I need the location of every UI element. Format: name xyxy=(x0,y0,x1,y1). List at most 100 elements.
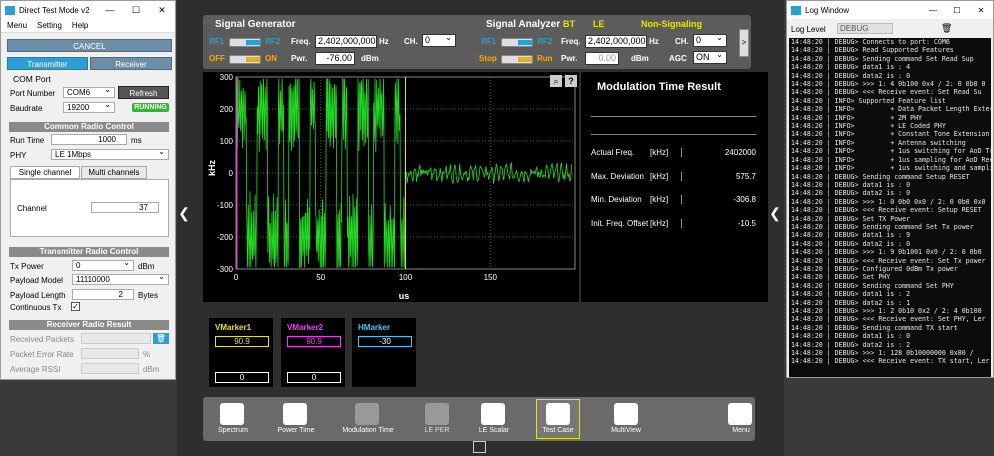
dock-spectrum[interactable]: Spectrum xyxy=(203,427,263,434)
vmarker2-second-value[interactable]: 0 xyxy=(287,372,341,383)
sa-run-toggle[interactable] xyxy=(501,55,533,64)
channel-input[interactable]: 37 xyxy=(91,202,159,213)
payload-model-select[interactable]: 11110000 xyxy=(72,272,169,285)
tab-receiver[interactable]: Receiver xyxy=(90,57,172,70)
le-scalar-icon[interactable] xyxy=(481,403,505,425)
menu-item-menu[interactable]: Menu xyxy=(7,21,27,30)
test-case-icon[interactable] xyxy=(546,403,570,425)
log-line: 14:48:20 | DEBUG> <<< Receive event: Set… xyxy=(791,206,982,215)
sa-pwr-input[interactable]: 0.00 xyxy=(585,52,619,65)
sa-freq-input[interactable]: 2,402,000,000 xyxy=(585,35,647,48)
dock-power-time[interactable]: Power Time xyxy=(266,427,326,434)
tab-multi-channels[interactable]: Multi channels xyxy=(81,166,147,179)
sa-stop-label: Stop xyxy=(479,54,497,63)
refresh-button[interactable]: Refresh xyxy=(118,86,169,99)
next-panel-button[interactable]: > xyxy=(739,29,749,57)
spectrum-icon[interactable] xyxy=(220,403,244,425)
log-level-select[interactable]: DEBUG xyxy=(837,23,893,34)
dock-test-case[interactable]: Test Case xyxy=(528,427,588,434)
log-line: 14:48:20 | DEBUG> data2 is : 0 xyxy=(791,189,911,198)
vmarker1-box[interactable]: VMarker1 90.9 0 xyxy=(209,318,273,387)
result-unit: [kHz] xyxy=(650,218,669,228)
log-title: Log Window xyxy=(805,5,850,15)
baudrate-select[interactable]: 19200 xyxy=(63,100,115,113)
vmarker2-box[interactable]: VMarker2 90.9 0 xyxy=(281,318,345,387)
multiview-icon[interactable] xyxy=(614,403,638,425)
vmarker1-second-value[interactable]: 0 xyxy=(215,372,269,383)
log-line: 14:48:20 | DEBUG> >>> 1: 128 0b10000000 … xyxy=(791,349,974,358)
log-output[interactable]: 14:48:20 | DEBUG> Connects to port: COM6… xyxy=(789,38,991,377)
dock-le-scalar[interactable]: LE Scalar xyxy=(464,427,524,434)
sg-pwr-input[interactable]: -76.00 xyxy=(315,52,355,65)
tx-power-select[interactable]: 0 xyxy=(72,258,134,271)
payload-length-input[interactable]: 2 xyxy=(72,289,134,300)
sa-rf-toggle[interactable] xyxy=(501,38,533,47)
page-indicator[interactable] xyxy=(473,441,486,453)
sg-rf-toggle[interactable] xyxy=(229,38,261,47)
sa-le-label[interactable]: LE xyxy=(593,19,605,29)
hmarker-value[interactable]: -30 xyxy=(358,336,412,347)
com-port-title: COM Port xyxy=(13,74,51,84)
dock-multiview[interactable]: MultiView xyxy=(596,427,656,434)
tx-power-unit: dBm xyxy=(138,262,155,271)
hmarker-box[interactable]: HMarker -30 xyxy=(352,318,416,387)
sg-ch-select[interactable]: 0 xyxy=(422,32,456,47)
modulation-time-plot[interactable]: 300 200 100 0 -100 -200 -300 0 50 100 150 kHz us … xyxy=(203,72,579,302)
log-level-label: Log Level xyxy=(791,25,826,34)
result-label: Init. Freq. Offset xyxy=(591,218,649,228)
sg-ch-label: CH. xyxy=(404,37,418,46)
y-tick-label: 0 xyxy=(229,169,234,178)
trash-icon[interactable]: 🗑 xyxy=(153,333,169,344)
vmarker1-value[interactable]: 90.9 xyxy=(215,336,269,347)
result-unit: [kHz] xyxy=(650,171,669,181)
sg-power-toggle[interactable] xyxy=(229,55,261,64)
close-icon[interactable]: ✕ xyxy=(149,5,175,16)
log-line: 14:48:20 | INFO> + 1us switching for AoD… xyxy=(791,147,991,156)
common-radio-control-title: Common Radio Control xyxy=(9,122,169,132)
menu-item-setting[interactable]: Setting xyxy=(37,21,62,30)
dock-menu[interactable]: Menu xyxy=(711,427,771,434)
close-icon[interactable]: ✕ xyxy=(969,6,993,15)
log-line: 14:48:20 | INFO> Supported Feature list xyxy=(791,96,946,105)
maximize-icon[interactable]: ☐ xyxy=(123,5,149,16)
vmarker2-value[interactable]: 90.9 xyxy=(287,336,341,347)
right-collapse-arrow[interactable]: ❮ xyxy=(768,205,782,265)
power-time-icon[interactable] xyxy=(283,403,307,425)
sa-mode-label[interactable]: Non-Signaling xyxy=(641,19,702,29)
cancel-button[interactable]: CANCEL xyxy=(7,39,172,52)
help-icon[interactable]: ? xyxy=(565,75,577,87)
sa-agc-select[interactable]: ON xyxy=(693,49,727,64)
run-time-input[interactable]: 1000 xyxy=(51,134,127,145)
minimize-icon[interactable]: — xyxy=(921,6,945,15)
zoom-icon[interactable]: ⌕ xyxy=(550,75,562,87)
maximize-icon[interactable]: ☐ xyxy=(945,6,969,15)
tab-single-channel[interactable]: Single channel xyxy=(10,166,80,179)
left-collapse-arrow[interactable]: ❮ xyxy=(177,205,191,265)
sg-pwr-label: Pwr. xyxy=(291,54,308,63)
tab-transmitter[interactable]: Transmitter xyxy=(7,57,88,70)
y-tick-label: 200 xyxy=(220,105,234,114)
log-line: 14:48:20 | INFO> + LE Coded PHY xyxy=(791,122,946,131)
le-per-icon[interactable] xyxy=(425,403,449,425)
continuous-tx-checkbox[interactable]: ✓ xyxy=(71,302,80,311)
dock-le-per[interactable]: LE PER xyxy=(407,427,467,434)
dock-modulation-time[interactable]: Modulation Time xyxy=(337,427,399,434)
sg-freq-input[interactable]: 2,402,000,000 xyxy=(315,35,377,48)
log-line: 14:48:20 | DEBUG> data2 is : 2 xyxy=(791,340,911,349)
transmitter-radio-control-title: Transmitter Radio Control xyxy=(9,247,169,257)
app-icon xyxy=(5,5,15,15)
phy-select[interactable]: LE 1Mbps xyxy=(51,147,169,160)
trash-icon[interactable]: 🗑 xyxy=(941,23,952,34)
sa-bt-label[interactable]: BT xyxy=(563,19,575,29)
continuous-tx-label: Continuous Tx xyxy=(10,303,62,312)
sa-ch-select[interactable]: 0 xyxy=(693,32,727,47)
log-line: 14:48:20 | DEBUG> Set PHY xyxy=(791,273,891,282)
signal-analyzer-title: Signal Analyzer xyxy=(486,19,561,30)
port-number-select[interactable]: COM6 xyxy=(63,85,115,98)
minimize-icon[interactable]: — xyxy=(97,5,123,15)
log-line: 14:48:20 | DEBUG> data2 is : 0 xyxy=(791,71,911,80)
home-icon[interactable] xyxy=(728,403,752,425)
menu-item-help[interactable]: Help xyxy=(72,21,88,30)
modulation-time-icon[interactable] xyxy=(355,403,379,425)
result-title: Modulation Time Result xyxy=(597,81,721,93)
